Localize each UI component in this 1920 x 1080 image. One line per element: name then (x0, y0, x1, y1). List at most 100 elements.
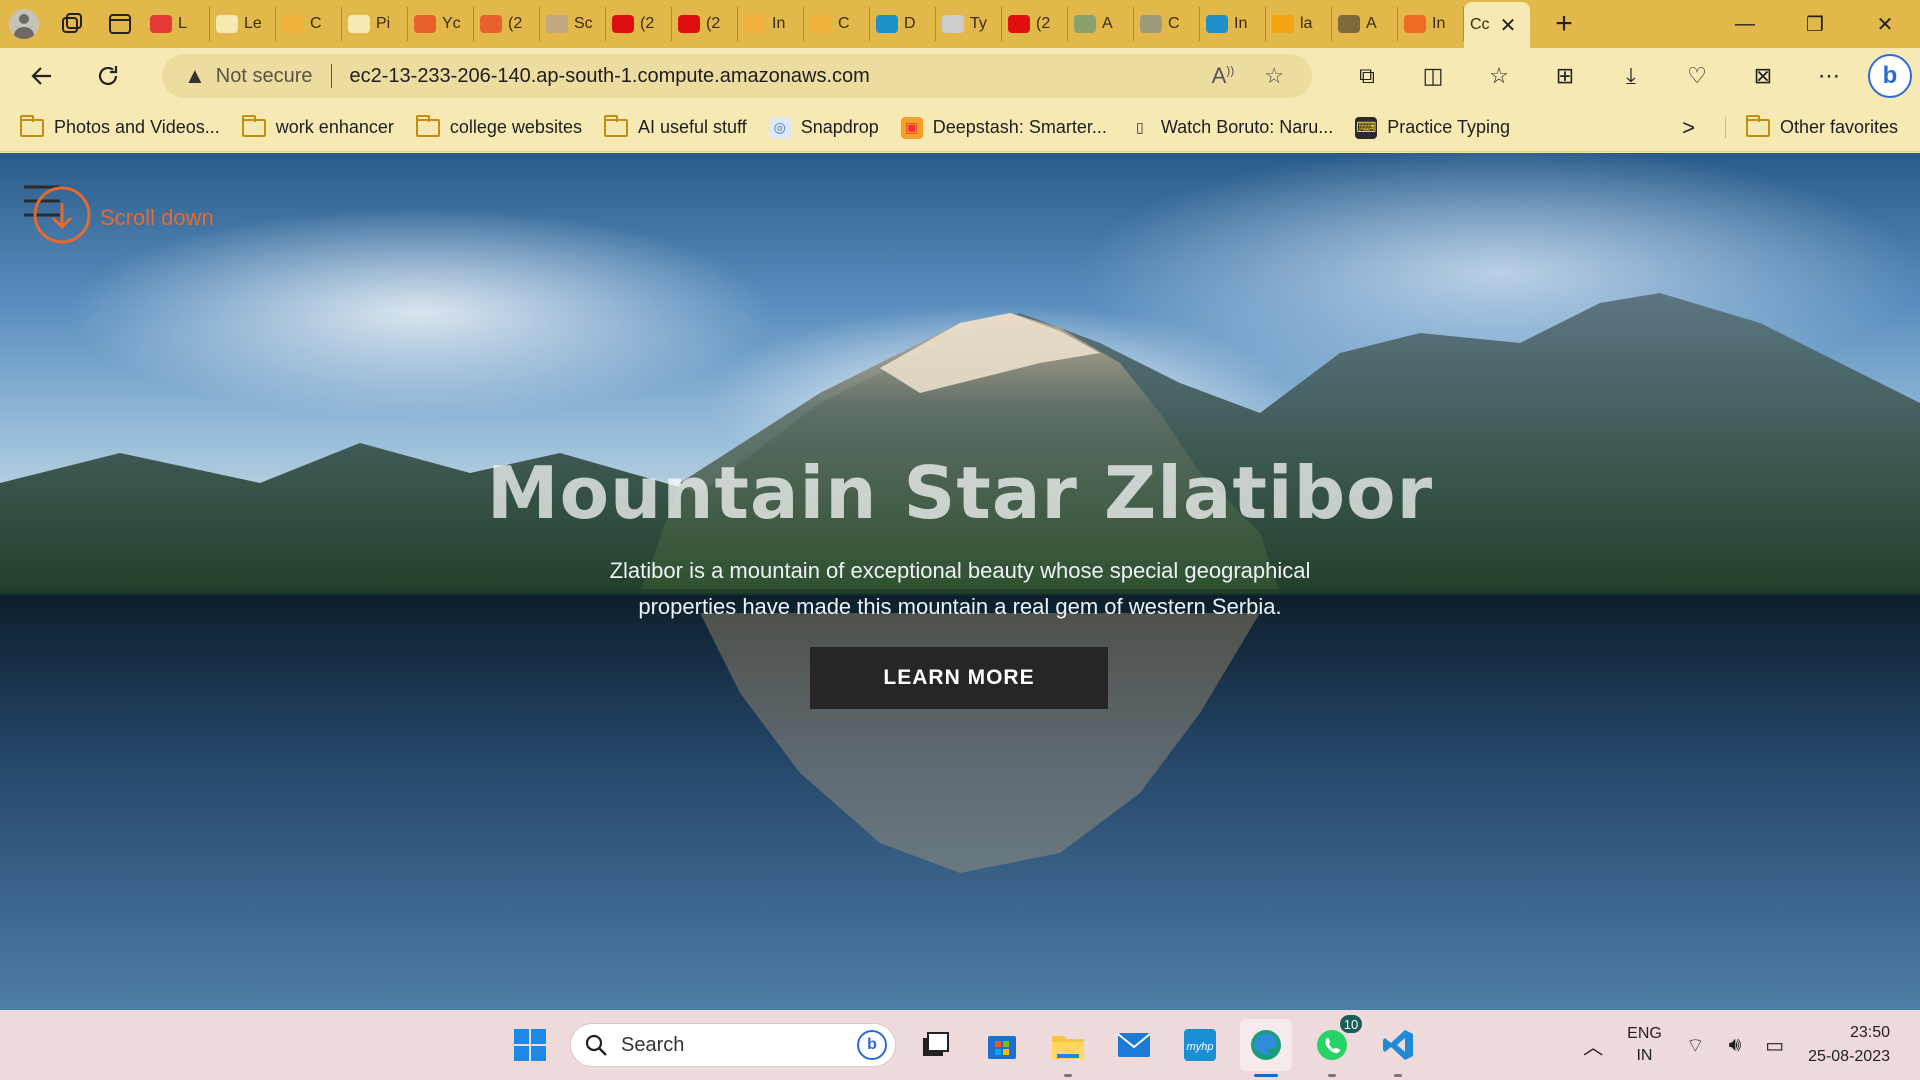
collections-icon[interactable]: ⊞ (1532, 48, 1598, 104)
bookmark-item[interactable]: ⌨ Practice Typing (1355, 116, 1510, 139)
minimize-button[interactable]: — (1710, 0, 1780, 48)
not-secure-label[interactable]: Not secure (216, 65, 313, 88)
bookmark-label: Snapdrop (800, 117, 879, 137)
browser-tab[interactable]: C (1134, 7, 1200, 41)
browser-tab[interactable]: D (870, 7, 936, 41)
other-favorites-folder[interactable]: Other favorites (1724, 114, 1898, 138)
page-icon: ▯ (1135, 119, 1144, 135)
browser-tab[interactable]: (2 (672, 7, 738, 41)
tab-title: Ty (970, 15, 987, 32)
browser-tab[interactable]: L (144, 7, 210, 41)
browser-tab[interactable]: In (1398, 7, 1464, 41)
bookmarks-overflow-chevron-icon[interactable]: > (1682, 115, 1695, 141)
browser-tab[interactable]: (2 (474, 7, 540, 41)
browser-tab[interactable]: Ty (936, 7, 1002, 41)
youtube-favicon-icon (480, 15, 502, 33)
navigation-toolbar: ▲ Not secure ec2-13-233-206-140.ap-south… (0, 48, 1920, 104)
other-favorites-label: Other favorites (1779, 117, 1898, 137)
search-icon (585, 1034, 607, 1056)
refresh-button[interactable] (80, 48, 136, 104)
youtube-favicon-icon (612, 15, 634, 33)
start-button[interactable] (504, 1019, 556, 1071)
scroll-down-label[interactable]: Scroll down (100, 205, 214, 231)
browser-tab[interactable]: la (1266, 7, 1332, 41)
downloads-icon[interactable]: ⤓ (1598, 48, 1664, 104)
gmail-favicon-icon (810, 15, 832, 33)
back-button[interactable] (14, 48, 70, 104)
myhp-button[interactable]: myhp (1174, 1019, 1226, 1071)
browser-tab[interactable]: In (738, 7, 804, 41)
bookmark-item[interactable]: college websites (415, 114, 582, 138)
browser-tab[interactable]: Pi (342, 7, 408, 41)
whatsapp-button[interactable]: 10 (1306, 1013, 1364, 1077)
language-region: IN (1636, 1047, 1653, 1064)
menu-toggle-icon[interactable] (22, 181, 94, 245)
bing-copilot-icon[interactable]: b (1868, 54, 1912, 98)
bookmark-label: work enhancer (275, 117, 394, 137)
learn-more-button[interactable]: LEARN MORE (810, 647, 1108, 709)
bookmark-item[interactable]: ▯ Watch Boruto: Naru... (1129, 117, 1333, 139)
url-text[interactable]: ec2-13-233-206-140.ap-south-1.compute.am… (350, 65, 870, 88)
gmail-favicon-icon (744, 15, 766, 33)
browser-tab[interactable]: (2 (1002, 7, 1068, 41)
file-explorer-button[interactable] (1042, 1019, 1094, 1077)
tab-title: Pi (376, 15, 391, 32)
bookmark-item[interactable]: Photos and Videos... (20, 114, 220, 138)
tab-actions-button[interactable] (96, 0, 144, 48)
typing-icon: ⌨ (1355, 116, 1378, 139)
battery-icon[interactable]: ▭ (1765, 1033, 1784, 1058)
gmail-favicon-icon (282, 15, 304, 33)
favorite-star-icon[interactable]: ☆ (1264, 63, 1284, 89)
windows-logo-icon (514, 1029, 546, 1061)
openai-favicon-icon (1140, 15, 1162, 33)
address-bar-actions: A)) ☆ (1212, 63, 1312, 89)
volume-icon[interactable]: 🔊︎ (1729, 1034, 1742, 1057)
show-hidden-icons-chevron-icon[interactable]: ︿ (1583, 1031, 1603, 1060)
browser-tab[interactable]: Sc (540, 7, 606, 41)
bing-search-icon[interactable]: b (857, 1030, 887, 1060)
browser-tab[interactable]: (2 (606, 7, 672, 41)
bookmark-item[interactable]: AI useful stuff (603, 114, 747, 138)
browser-tab[interactable]: In (1200, 7, 1266, 41)
wifi-icon[interactable]: ⌔ (1686, 1033, 1705, 1058)
browser-tab[interactable]: Le (210, 7, 276, 41)
browser-tab[interactable]: C (276, 7, 342, 41)
language-indicator[interactable]: ENG IN (1627, 1023, 1662, 1067)
math-solver-icon[interactable]: ⊠ (1730, 48, 1796, 104)
window-controls: — ❐ ✕ (1710, 0, 1920, 48)
close-window-button[interactable]: ✕ (1850, 0, 1920, 48)
taskbar-search-box[interactable]: Search b (570, 1023, 896, 1067)
profile-button[interactable] (0, 0, 48, 48)
bookmark-item[interactable]: work enhancer (241, 114, 394, 138)
address-bar[interactable]: ▲ Not secure ec2-13-233-206-140.ap-south… (162, 54, 1312, 98)
microsoft-store-button[interactable] (976, 1019, 1028, 1071)
split-screen-icon[interactable]: ◫ (1400, 48, 1466, 104)
extensions-icon[interactable]: ⧉ (1334, 48, 1400, 104)
close-tab-icon[interactable]: ✕ (1500, 13, 1517, 38)
edge-browser-button[interactable] (1240, 1019, 1292, 1077)
vscode-button[interactable] (1372, 1019, 1424, 1077)
more-options-icon[interactable]: ⋯ (1796, 48, 1862, 104)
browser-tab[interactable]: C (804, 7, 870, 41)
workspaces-icon (62, 13, 82, 33)
tab-title: Yc (442, 15, 461, 32)
k-favicon-icon (1206, 15, 1228, 33)
browser-tab[interactable]: A (1068, 7, 1134, 41)
mail-button[interactable] (1108, 1019, 1160, 1071)
browser-tab[interactable]: A (1332, 7, 1398, 41)
bookmark-item[interactable]: ▣ Deepstash: Smarter... (900, 116, 1107, 139)
squares-favicon-icon (1404, 15, 1426, 33)
D-favicon-icon (546, 15, 568, 33)
favorites-icon[interactable]: ☆ (1466, 48, 1532, 104)
bookmark-item[interactable]: ◎ Snapdrop (768, 116, 879, 139)
workspaces-button[interactable] (48, 0, 96, 48)
task-view-button[interactable] (910, 1019, 962, 1071)
vertical-tabs-icon (109, 14, 131, 34)
clock[interactable]: 23:50 25-08-2023 (1808, 1021, 1890, 1069)
browser-tab[interactable]: Yc (408, 7, 474, 41)
restore-button[interactable]: ❐ (1780, 0, 1850, 48)
read-aloud-icon[interactable]: A)) (1212, 63, 1235, 89)
browser-essentials-icon[interactable]: ♡ (1664, 48, 1730, 104)
new-tab-button[interactable]: + (1540, 0, 1588, 48)
browser-tab-active[interactable]: Cc ✕ (1464, 2, 1530, 48)
